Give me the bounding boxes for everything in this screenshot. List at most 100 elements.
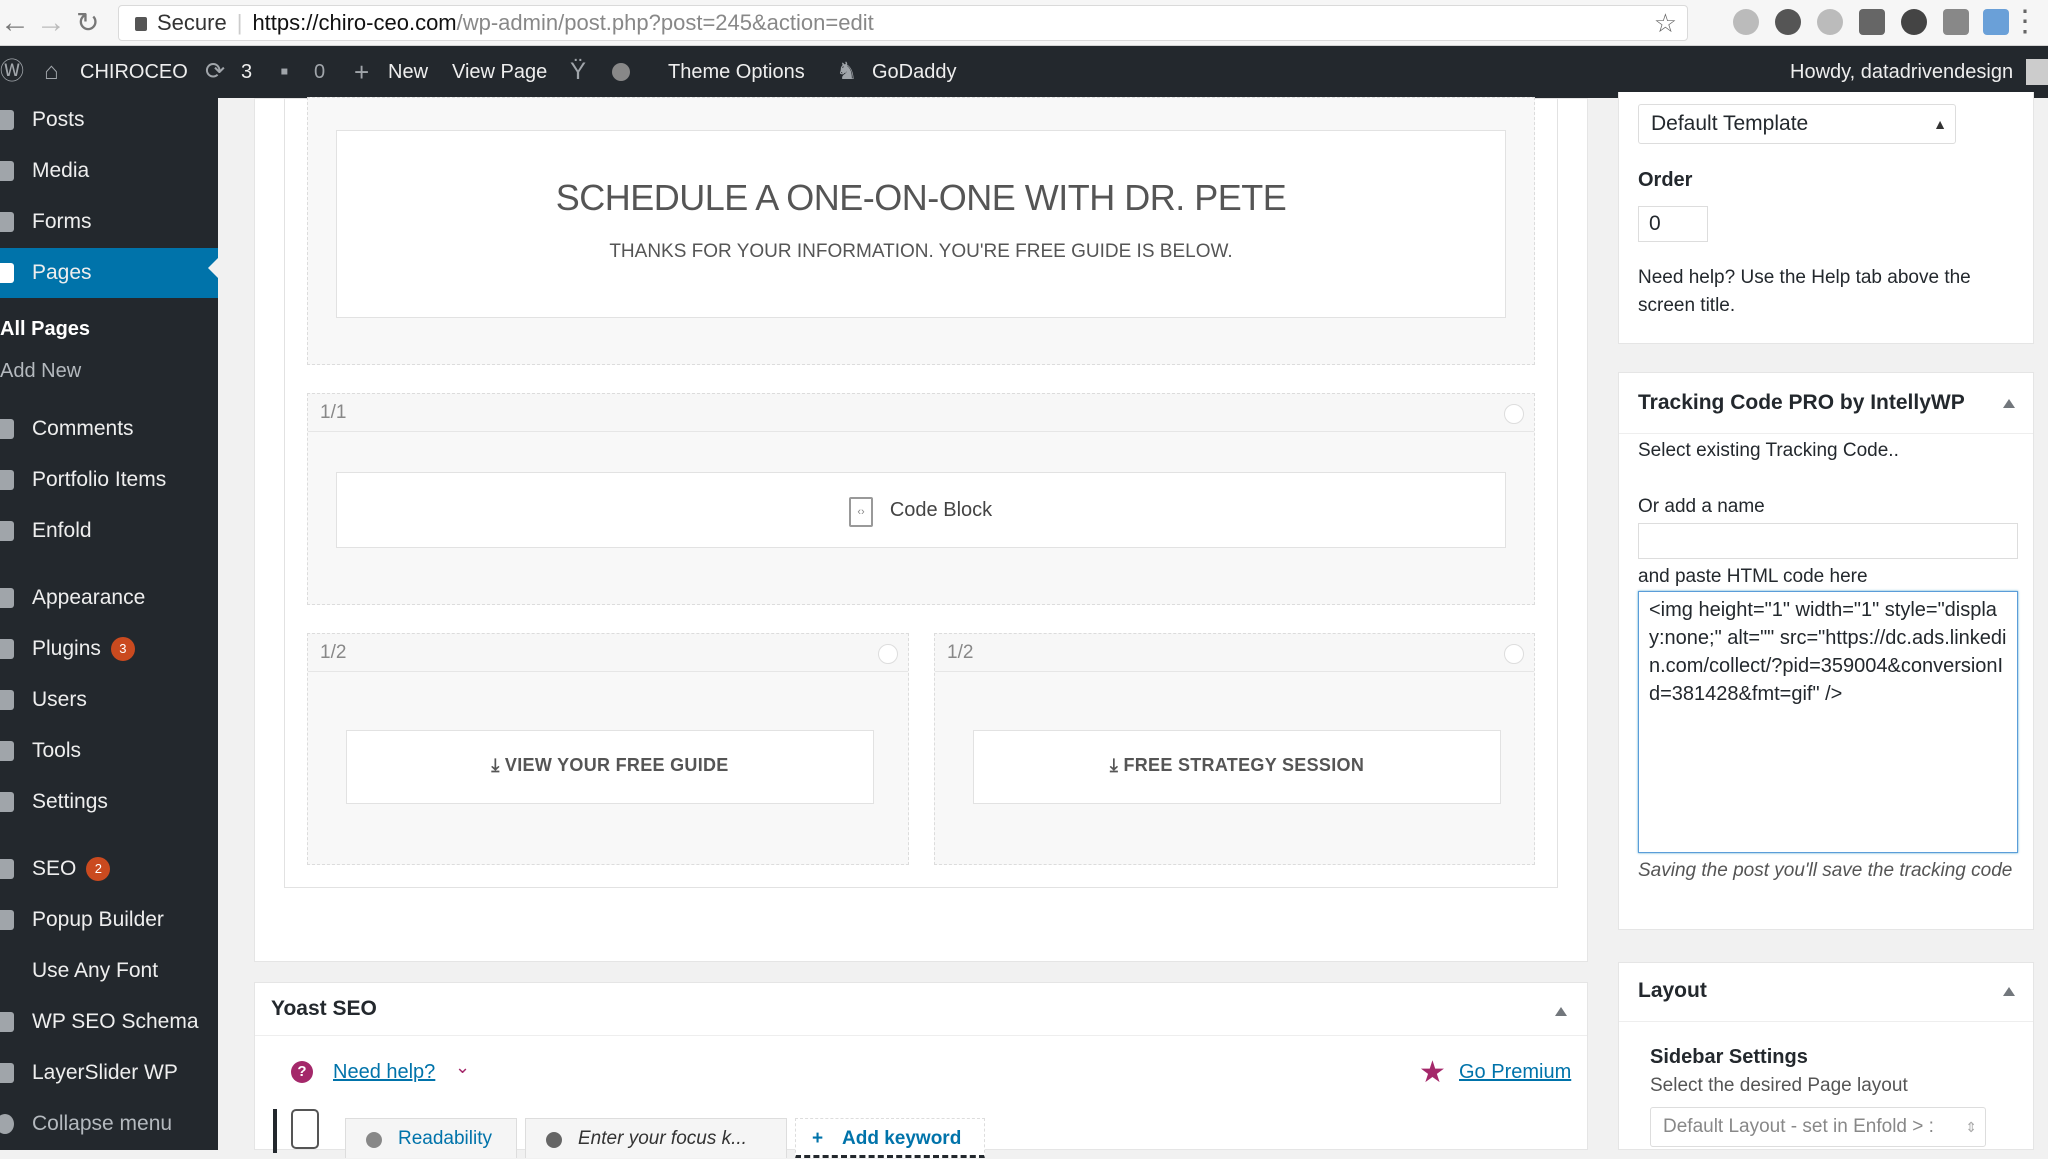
- strategy-button-label: ⤓ FREE STRATEGY SESSION: [1109, 755, 1365, 775]
- paintbrush-icon: [0, 588, 14, 608]
- column-options-icon[interactable]: [1504, 644, 1524, 664]
- back-arrow-icon[interactable]: ←: [0, 6, 30, 40]
- godaddy-icon: ♞: [836, 58, 858, 85]
- extension-icon[interactable]: [1901, 9, 1927, 35]
- help-question-icon: ?: [291, 1061, 313, 1083]
- extension-icon[interactable]: [1817, 9, 1843, 35]
- sidebar-item-media[interactable]: Media: [0, 151, 218, 191]
- updates-icon: ⟳: [205, 58, 226, 85]
- chevron-down-icon[interactable]: ⌄: [455, 1057, 470, 1078]
- sidebar-item-layerslider[interactable]: LayerSlider WP: [0, 1053, 218, 1093]
- sidebar-item-enfold[interactable]: Enfold: [0, 511, 218, 551]
- theme-options-link[interactable]: Theme Options: [668, 46, 805, 98]
- column-half-left: 1/2 ⤓ VIEW YOUR FREE GUIDE: [307, 633, 909, 865]
- settings-icon: [0, 792, 14, 812]
- sidebar-item-settings[interactable]: Settings: [0, 782, 218, 822]
- layers-icon: [0, 1063, 14, 1083]
- sidebar-item-use-any-font[interactable]: Use Any Font: [0, 951, 218, 991]
- browser-menu-icon[interactable]: ⋮: [2010, 4, 2040, 39]
- builder-section-top: SCHEDULE A ONE-ON-ONE WITH DR. PETE THAN…: [307, 97, 1535, 365]
- font-icon: [0, 961, 14, 981]
- strategy-button-element[interactable]: ⤓ FREE STRATEGY SESSION: [973, 730, 1501, 804]
- comments-icon: [0, 419, 14, 439]
- go-premium-link[interactable]: Go Premium: [1459, 1061, 1571, 1084]
- browser-toolbar: ← → ↻ Secure | https://chiro-ceo.com/wp-ad…: [0, 0, 2048, 46]
- collapse-menu[interactable]: Collapse menu: [0, 1104, 218, 1144]
- layout-builder-canvas: SCHEDULE A ONE-ON-ONE WITH DR. PETE THAN…: [284, 97, 1558, 888]
- forward-arrow-icon[interactable]: →: [36, 6, 66, 40]
- sidebar-item-portfolio[interactable]: Portfolio Items: [0, 460, 218, 500]
- extension-icon[interactable]: [1859, 9, 1885, 35]
- sidebar-item-tools[interactable]: Tools: [0, 731, 218, 771]
- text-block[interactable]: SCHEDULE A ONE-ON-ONE WITH DR. PETE THAN…: [336, 130, 1506, 318]
- order-input[interactable]: 0: [1638, 206, 1708, 242]
- layout-box: Layout Sidebar Settings Select the desir…: [1618, 962, 2034, 1150]
- sidebar-item-popup-builder[interactable]: Popup Builder: [0, 900, 218, 940]
- sidebar-item-posts[interactable]: Posts: [0, 100, 218, 140]
- order-label: Order: [1638, 169, 1693, 191]
- tracking-save-note: Saving the post you'll save the tracking…: [1638, 860, 2013, 881]
- tracking-name-input[interactable]: [1638, 523, 2018, 559]
- wordpress-extension-icon[interactable]: [1775, 9, 1801, 35]
- layout-title: Layout: [1638, 979, 1707, 1002]
- off-extension-icon[interactable]: [1983, 9, 2009, 35]
- submenu-all-pages[interactable]: All Pages: [0, 318, 90, 341]
- sidebar-item-wp-seo-schema[interactable]: WP SEO Schema: [0, 1002, 218, 1042]
- new-link[interactable]: New: [388, 46, 428, 98]
- tab-readability[interactable]: Readability: [345, 1118, 517, 1158]
- url-host: https://chiro-ceo.com: [252, 10, 457, 35]
- column-header: 1/2: [308, 634, 908, 672]
- comments-count[interactable]: 0: [314, 46, 325, 98]
- yoast-icon: [0, 859, 14, 879]
- column-options-icon[interactable]: [1504, 404, 1524, 424]
- sidebar-item-comments[interactable]: Comments: [0, 409, 218, 449]
- layout-description: Select the desired Page layout: [1650, 1075, 1908, 1096]
- yoast-icon[interactable]: Ÿ: [570, 46, 586, 98]
- layout-select[interactable]: Default Layout - set in Enfold > : ⇕: [1650, 1107, 1986, 1147]
- tracking-code-textarea[interactable]: <img height="1" width="1" style="display…: [1638, 591, 2018, 853]
- add-keyword-button[interactable]: + Add keyword: [795, 1118, 985, 1158]
- avatar[interactable]: [2026, 59, 2048, 85]
- status-dot-icon: [366, 1132, 382, 1148]
- updates-count[interactable]: 3: [241, 46, 252, 98]
- godaddy-link[interactable]: GoDaddy: [872, 46, 957, 98]
- address-bar[interactable]: Secure | https://chiro-ceo.com/wp-admin/po…: [118, 5, 1688, 41]
- need-help-link[interactable]: Need help?: [333, 1061, 435, 1084]
- collapse-toggle-icon[interactable]: [2003, 981, 2015, 996]
- status-dot-icon: [612, 63, 630, 81]
- sidebar-item-seo[interactable]: SEO 2: [0, 849, 218, 889]
- collapse-toggle-icon[interactable]: [2003, 393, 2015, 408]
- sidebar-item-pages[interactable]: Pages: [0, 248, 218, 298]
- view-page-link[interactable]: View Page: [452, 46, 547, 98]
- or-add-name-label: Or add a name: [1638, 496, 1765, 517]
- guide-button-element[interactable]: ⤓ VIEW YOUR FREE GUIDE: [346, 730, 874, 804]
- sidebar-item-forms[interactable]: Forms: [0, 202, 218, 242]
- wordpress-logo-icon[interactable]: Ⓦ: [0, 46, 24, 98]
- forms-icon: [0, 212, 14, 232]
- submenu-add-new[interactable]: Add New: [0, 360, 81, 383]
- howdy-user[interactable]: Howdy, datadrivendesign: [1790, 46, 2013, 98]
- premium-star-icon: ★: [1419, 1056, 1446, 1089]
- status-dot-icon: [546, 1132, 562, 1148]
- sidebar-item-appearance[interactable]: Appearance: [0, 578, 218, 618]
- extension-icon[interactable]: [1943, 9, 1969, 35]
- enfold-icon: [0, 521, 14, 541]
- wrench-icon: [0, 741, 14, 761]
- pages-icon: [0, 263, 14, 283]
- reload-icon[interactable]: ↻: [76, 6, 99, 40]
- tracking-code-box: Tracking Code PRO by IntellyWP Select ex…: [1618, 372, 2034, 930]
- site-name-link[interactable]: CHIROCEO: [80, 46, 188, 98]
- select-existing-tracking[interactable]: Select existing Tracking Code..: [1638, 437, 1899, 465]
- template-select[interactable]: Default Template ▲: [1638, 104, 1956, 144]
- code-block-element[interactable]: ‹› Code Block: [336, 472, 1506, 548]
- sidebar-item-plugins[interactable]: Plugins 3: [0, 629, 218, 669]
- extension-icon[interactable]: [1733, 9, 1759, 35]
- column-options-icon[interactable]: [878, 644, 898, 664]
- tab-focus-keyword[interactable]: Enter your focus k...: [525, 1118, 787, 1158]
- sidebar-item-users[interactable]: Users: [0, 680, 218, 720]
- collapse-toggle-icon[interactable]: [1555, 1001, 1567, 1016]
- bookmark-star-icon[interactable]: ☆: [1654, 6, 1677, 40]
- portfolio-icon: [0, 470, 14, 490]
- collapse-icon: [0, 1114, 14, 1134]
- yoast-title: Yoast SEO: [271, 997, 377, 1020]
